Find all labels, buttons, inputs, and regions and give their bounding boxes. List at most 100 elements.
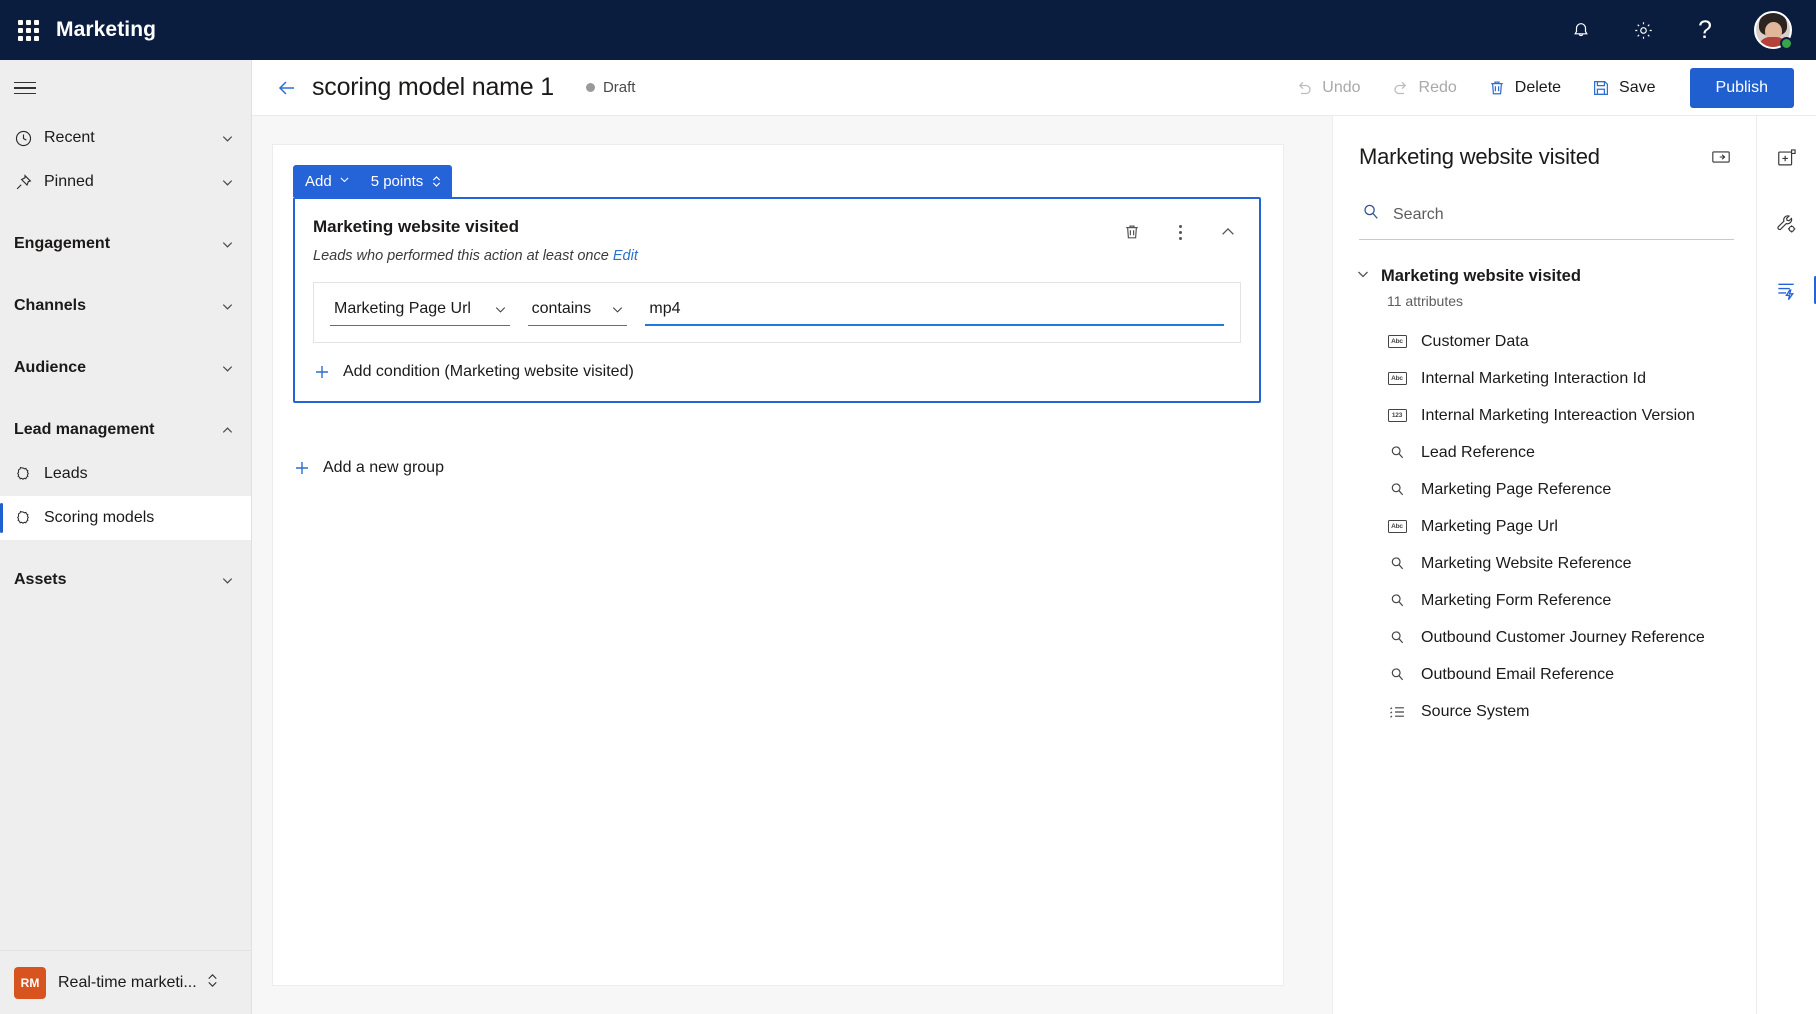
attribute-label: Outbound Customer Journey Reference	[1421, 628, 1705, 646]
sidebar-item-recent[interactable]: Recent	[0, 116, 251, 160]
save-button[interactable]: Save	[1581, 71, 1665, 105]
attribute-tree-label: Marketing website visited	[1381, 267, 1581, 285]
points-pill-row: Add 5 points	[293, 165, 453, 197]
condition-group-header: Marketing website visited Leads who perf…	[295, 199, 1259, 264]
gear-icon[interactable]	[1630, 17, 1656, 43]
sidebar-item-leads[interactable]: Leads	[0, 452, 251, 496]
list-item[interactable]: Marketing Website Reference	[1333, 545, 1756, 582]
chevron-up-icon	[220, 423, 235, 438]
operator-select[interactable]: contains	[527, 297, 628, 326]
attribute-label: Lead Reference	[1421, 443, 1535, 461]
sidebar-group-lead-management[interactable]: Lead management	[0, 408, 251, 452]
app-switcher-label: Real-time marketi...	[58, 973, 197, 991]
sidebar-group-label: Channels	[14, 297, 87, 314]
add-new-group-label: Add a new group	[323, 459, 444, 476]
search-field[interactable]	[1359, 192, 1734, 240]
list-item[interactable]: Outbound Email Reference	[1333, 656, 1756, 693]
attribute-select[interactable]: Marketing Page Url	[330, 297, 510, 326]
back-button[interactable]	[270, 71, 304, 105]
list-item[interactable]: Marketing Page Reference	[1333, 471, 1756, 508]
redo-button[interactable]: Redo	[1381, 71, 1467, 105]
notification-bell-icon[interactable]	[1568, 17, 1594, 43]
condition-group-actions	[1119, 217, 1241, 245]
status-badge: Draft	[585, 79, 635, 96]
chevron-down-icon	[338, 173, 351, 190]
chevron-down-icon	[610, 302, 625, 317]
sidebar-group-engagement[interactable]: Engagement	[0, 222, 251, 266]
list-item[interactable]: Outbound Customer Journey Reference	[1333, 619, 1756, 656]
points-label: 5 points	[370, 172, 424, 190]
app-launcher-button[interactable]	[0, 19, 56, 41]
attribute-list: Abc Customer Data Abc Internal Marketing…	[1333, 309, 1756, 730]
list-item[interactable]: Abc Customer Data	[1333, 323, 1756, 360]
settings-wrench-icon[interactable]	[1765, 204, 1809, 244]
editor-canvas: Add 5 points Marketing website visited L…	[252, 116, 1816, 1014]
app-switcher-button[interactable]: RM Real-time marketi...	[0, 950, 252, 1014]
trigger-lightning-icon[interactable]	[1765, 270, 1816, 310]
chevron-down-icon	[220, 131, 235, 146]
points-pill[interactable]: Add 5 points	[293, 165, 453, 197]
app-header: Marketing ?	[0, 0, 1816, 60]
attribute-label: Source System	[1421, 702, 1530, 720]
list-item[interactable]: Source System	[1333, 693, 1756, 730]
more-options-icon[interactable]	[1167, 219, 1193, 245]
text-type-icon: Abc	[1387, 520, 1407, 533]
number-type-icon: 123	[1387, 409, 1407, 422]
lookup-type-icon	[1387, 555, 1407, 572]
attribute-tree-header[interactable]: Marketing website visited	[1333, 240, 1756, 287]
search-icon	[1361, 202, 1381, 227]
sidebar-item-scoring-models[interactable]: Scoring models	[0, 496, 251, 540]
gear-outline-icon	[14, 509, 44, 527]
sidebar-item-label: Scoring models	[44, 509, 155, 526]
list-item[interactable]: Abc Internal Marketing Interaction Id	[1333, 360, 1756, 397]
list-item[interactable]: Abc Marketing Page Url	[1333, 508, 1756, 545]
publish-button[interactable]: Publish	[1689, 67, 1794, 108]
attribute-count-label: 11 attributes	[1387, 293, 1464, 309]
save-disk-icon	[1591, 78, 1611, 98]
search-input[interactable]	[1393, 205, 1732, 224]
attribute-label: Marketing Form Reference	[1421, 591, 1612, 609]
list-item[interactable]: 123 Internal Marketing Intereaction Vers…	[1333, 397, 1756, 434]
condition-row: Marketing Page Url contains	[313, 282, 1241, 343]
clock-icon	[14, 129, 44, 148]
delete-button[interactable]: Delete	[1477, 71, 1571, 105]
hamburger-icon	[14, 78, 36, 99]
properties-panel-title: Marketing website visited	[1359, 144, 1600, 169]
lookup-type-icon	[1387, 666, 1407, 683]
collapse-group-chevron-up-icon[interactable]	[1215, 219, 1241, 245]
list-item[interactable]: Marketing Form Reference	[1333, 582, 1756, 619]
avatar[interactable]	[1754, 11, 1793, 50]
app-title: Marketing	[56, 18, 157, 41]
sidebar-divider-space	[0, 328, 251, 346]
edit-link[interactable]: Edit	[613, 248, 638, 264]
attribute-select-value: Marketing Page Url	[334, 300, 471, 317]
lookup-type-icon	[1387, 629, 1407, 646]
sidebar-group-audience[interactable]: Audience	[0, 346, 251, 390]
sidebar-divider-space	[0, 390, 251, 408]
list-item[interactable]: Lead Reference	[1333, 434, 1756, 471]
trash-icon	[1487, 78, 1507, 98]
points-stepper[interactable]	[431, 174, 442, 189]
sidebar-item-pinned[interactable]: Pinned	[0, 160, 251, 204]
properties-panel: Marketing website visited Marketing webs…	[1332, 116, 1756, 1014]
undo-button[interactable]: Undo	[1284, 71, 1370, 105]
add-panel-icon[interactable]	[1765, 138, 1809, 178]
attribute-label: Customer Data	[1421, 332, 1529, 350]
sidebar-item-label: Pinned	[44, 173, 94, 190]
command-bar-actions: Undo Redo Delete Save Publish	[1284, 67, 1794, 108]
help-icon[interactable]: ?	[1692, 17, 1718, 43]
chevron-down-icon	[220, 299, 235, 314]
panel-expand-icon[interactable]	[1708, 144, 1734, 170]
condition-value-input[interactable]	[645, 297, 1224, 326]
sidebar-collapse-button[interactable]	[0, 60, 251, 116]
condition-group-subtitle: Leads who performed this action at least…	[313, 248, 1119, 264]
condition-group-title: Marketing website visited	[313, 217, 519, 236]
attribute-label: Marketing Website Reference	[1421, 554, 1632, 572]
delete-group-icon[interactable]	[1119, 219, 1145, 245]
sidebar-group-assets[interactable]: Assets	[0, 558, 251, 602]
lookup-type-icon	[1387, 481, 1407, 498]
sidebar: Recent Pinned Engagement Channels Audien…	[0, 60, 252, 1014]
add-condition-button[interactable]: Add condition (Marketing website visited…	[295, 343, 1259, 401]
add-new-group-button[interactable]: Add a new group	[293, 453, 444, 483]
sidebar-group-channels[interactable]: Channels	[0, 284, 251, 328]
